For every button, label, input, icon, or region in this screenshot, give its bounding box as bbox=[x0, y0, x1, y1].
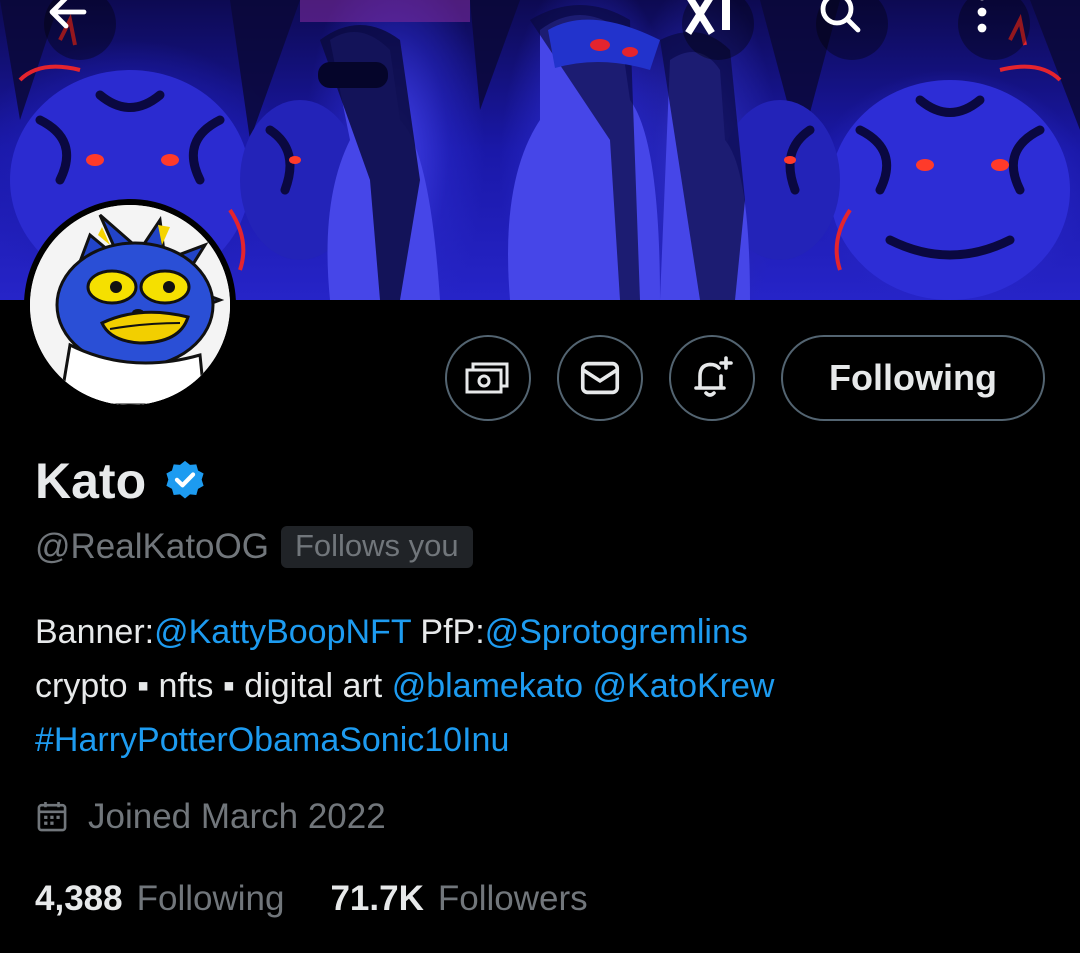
followers-count: 71.7K bbox=[330, 879, 424, 918]
profile-bio: Banner:@KattyBoopNFT PfP:@Sprotogremlins… bbox=[35, 605, 774, 767]
bio-mention-link[interactable]: @blamekato bbox=[392, 667, 583, 705]
bio-mention-link[interactable]: @KattyBoopNFT bbox=[154, 613, 411, 651]
calendar-icon bbox=[37, 801, 67, 832]
bio-line-3: #HarryPotterObamaSonic10Inu bbox=[35, 713, 774, 767]
display-name: Kato bbox=[35, 453, 147, 509]
following-stat[interactable]: 4,388 Following bbox=[35, 879, 284, 919]
bio-line-2: crypto ▪ nfts ▪ digital art @blamekato @… bbox=[35, 659, 774, 713]
follows-you-badge: Follows you bbox=[280, 526, 473, 568]
following-label: Following bbox=[136, 879, 285, 918]
more-vertical-icon bbox=[977, 0, 987, 33]
joined-date: Joined March 2022 bbox=[88, 797, 386, 836]
avatar-image bbox=[30, 205, 230, 405]
bio-text: PfP: bbox=[410, 613, 485, 651]
following-button[interactable]: Following bbox=[781, 335, 1045, 421]
followers-label: Followers bbox=[437, 879, 588, 918]
bio-text: Banner: bbox=[35, 613, 155, 651]
handle-row: @RealKatoOG Follows you bbox=[35, 526, 473, 568]
money-icon bbox=[465, 362, 509, 394]
following-count: 4,388 bbox=[35, 879, 123, 918]
bio-mention-link[interactable]: @KatoKrew bbox=[593, 667, 775, 705]
followers-stat[interactable]: 71.7K Followers bbox=[330, 879, 587, 919]
bio-hashtag-link[interactable]: #HarryPotterObamaSonic10Inu bbox=[35, 721, 509, 759]
tip-button[interactable] bbox=[445, 335, 531, 421]
bio-mention-link[interactable]: @Sprotogremlins bbox=[485, 613, 748, 651]
notifications-button[interactable] bbox=[669, 335, 755, 421]
arrow-left-icon bbox=[49, 0, 87, 29]
profile-name-row: Kato bbox=[35, 452, 208, 510]
profile-avatar[interactable] bbox=[24, 199, 236, 411]
bio-text: crypto ▪ nfts ▪ digital art bbox=[35, 667, 392, 705]
grok-icon bbox=[685, 0, 730, 35]
bio-line-1: Banner:@KattyBoopNFT PfP:@Sprotogremlins bbox=[35, 605, 774, 659]
user-handle: @RealKatoOG bbox=[35, 527, 269, 566]
bell-plus-icon bbox=[694, 356, 733, 397]
joined-row: Joined March 2022 bbox=[36, 797, 386, 837]
message-button[interactable] bbox=[557, 335, 643, 421]
verified-badge-icon[interactable] bbox=[162, 458, 208, 504]
follow-stats: 4,388 Following 71.7K Followers bbox=[35, 879, 588, 919]
search-icon bbox=[820, 0, 861, 33]
mail-icon bbox=[580, 361, 620, 395]
